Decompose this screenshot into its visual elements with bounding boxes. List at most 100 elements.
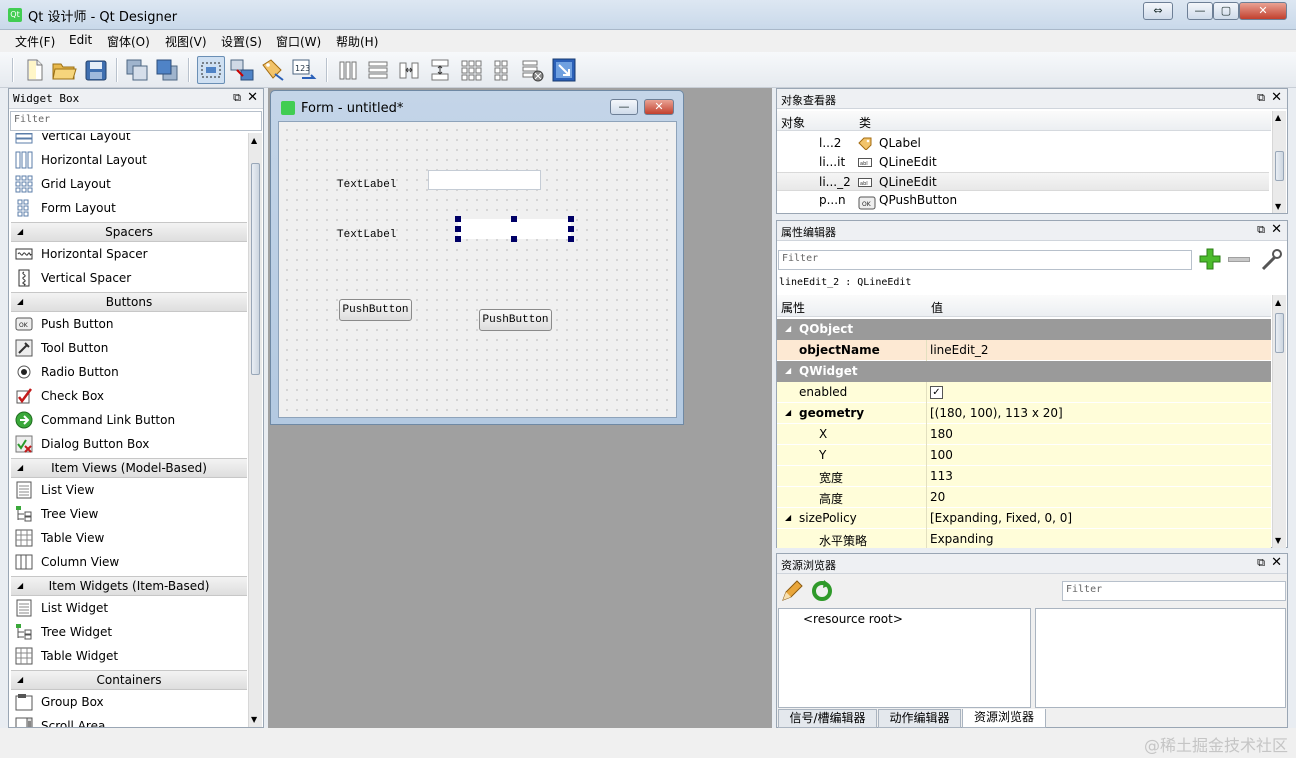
selection-handle[interactable]	[455, 216, 461, 222]
widget-box-item[interactable]: Grid Layout	[11, 172, 247, 196]
edit-tab-order-icon[interactable]: 123	[290, 56, 318, 84]
property-row[interactable]: X 180	[777, 424, 1271, 445]
menu-settings[interactable]: 设置(S)	[221, 33, 262, 50]
menu-help[interactable]: 帮助(H)	[336, 33, 378, 50]
expand-triangle-icon[interactable]: ◢	[785, 408, 791, 417]
property-row[interactable]: 宽度 113	[777, 466, 1271, 487]
scrollbar-thumb[interactable]	[251, 163, 260, 375]
property-value[interactable]: 20	[930, 490, 945, 504]
maximize-button[interactable]: ▢	[1213, 2, 1239, 20]
column-class[interactable]: 类	[859, 114, 871, 131]
widget-box-item[interactable]: Command Link Button	[11, 408, 247, 432]
selection-handle[interactable]	[455, 226, 461, 232]
widget-box-item[interactable]: Vertical Layout	[11, 133, 247, 148]
close-button[interactable]: ✕	[1239, 2, 1287, 20]
object-tree-row[interactable]: li..._2 abI QLineEdit	[777, 172, 1269, 191]
tab-signal-slot-editor[interactable]: 信号/槽编辑器	[778, 709, 877, 728]
edit-widgets-icon[interactable]	[197, 56, 225, 84]
property-filter-input[interactable]: Filter	[778, 250, 1192, 270]
property-value[interactable]: [Expanding, Fixed, 0, 0]	[930, 511, 1072, 525]
remove-property-icon[interactable]	[1228, 257, 1250, 262]
widget-box-item[interactable]: OK Push Button	[11, 312, 247, 336]
widget-box-item[interactable]: Vertical Spacer	[11, 266, 247, 290]
layout-horizontal-icon[interactable]	[334, 56, 362, 84]
column-property[interactable]: 属性	[781, 299, 805, 316]
object-inspector-scrollbar[interactable]: ▲ ▼	[1272, 111, 1286, 213]
minimize-button[interactable]: —	[1187, 2, 1213, 20]
selection-handle[interactable]	[455, 236, 461, 242]
collapse-triangle-icon[interactable]: ◢	[785, 324, 791, 333]
edit-resources-pencil-icon[interactable]	[780, 579, 804, 603]
text-label-2[interactable]: TextLabel	[337, 229, 396, 241]
scroll-up-icon[interactable]: ▲	[1275, 113, 1281, 122]
object-tree-row[interactable]: l...2 QLabel	[777, 134, 1269, 153]
widget-box-item[interactable]: List View	[11, 478, 247, 502]
scroll-down-icon[interactable]: ▼	[1275, 202, 1281, 211]
widget-box-item[interactable]: Table View	[11, 526, 247, 550]
resource-root-item[interactable]: <resource root>	[803, 612, 903, 626]
menu-form[interactable]: 窗体(O)	[107, 33, 150, 50]
layout-splitter-horizontal-icon[interactable]	[395, 56, 423, 84]
selection-handle[interactable]	[568, 236, 574, 242]
collapse-triangle-icon[interactable]: ◢	[17, 577, 23, 595]
push-button-1[interactable]: PushButton	[339, 299, 412, 321]
property-value[interactable]: 180	[930, 427, 953, 441]
scroll-down-icon[interactable]: ▼	[251, 715, 257, 724]
tab-action-editor[interactable]: 动作编辑器	[878, 709, 961, 728]
close-icon[interactable]: ✕	[1271, 555, 1282, 570]
property-value[interactable]: Expanding	[930, 532, 993, 546]
column-value[interactable]: 值	[931, 299, 943, 316]
restore-icon[interactable]: ⇔	[1143, 2, 1173, 20]
close-icon[interactable]: ✕	[247, 90, 258, 105]
widget-box-item[interactable]: Form Layout	[11, 196, 247, 220]
property-row[interactable]: ◢ geometry [(180, 100), 113 x 20]	[777, 403, 1271, 424]
break-layout-icon[interactable]	[518, 56, 546, 84]
widget-box-item[interactable]: Column View	[11, 550, 247, 574]
push-button-2[interactable]: PushButton	[479, 309, 552, 331]
wrench-icon[interactable]	[1259, 246, 1283, 272]
scroll-down-icon[interactable]: ▼	[1275, 536, 1281, 545]
widget-category-header[interactable]: ◢ Item Widgets (Item-Based)	[11, 576, 247, 596]
menu-file[interactable]: 文件(F)	[15, 33, 55, 50]
property-row[interactable]: 高度 20	[777, 487, 1271, 508]
widget-category-header[interactable]: ◢ Containers	[11, 670, 247, 690]
menu-edit[interactable]: Edit	[69, 33, 92, 47]
open-folder-icon[interactable]	[50, 56, 78, 84]
line-edit-1[interactable]	[428, 170, 541, 190]
expand-triangle-icon[interactable]: ◢	[785, 513, 791, 522]
close-icon[interactable]: ✕	[1271, 222, 1282, 237]
property-row[interactable]: enabled ✓	[777, 382, 1271, 403]
property-value[interactable]: lineEdit_2	[930, 343, 989, 357]
collapse-triangle-icon[interactable]: ◢	[17, 293, 23, 311]
collapse-triangle-icon[interactable]: ◢	[17, 671, 23, 689]
new-file-icon[interactable]	[20, 56, 48, 84]
widget-box-item[interactable]: Group Box	[11, 690, 247, 714]
selection-handle[interactable]	[511, 216, 517, 222]
resource-filter-input[interactable]: Filter	[1062, 581, 1286, 601]
widget-box-item[interactable]: Tool Button	[11, 336, 247, 360]
property-group-row[interactable]: ◢ QObject	[777, 319, 1271, 340]
menu-window[interactable]: 窗口(W)	[276, 33, 321, 50]
form-minimize-button[interactable]: —	[610, 99, 638, 115]
widget-category-header[interactable]: ◢ Buttons	[11, 292, 247, 312]
property-editor-scrollbar[interactable]: ▲ ▼	[1272, 295, 1286, 548]
float-icon[interactable]: ⧉	[1257, 91, 1265, 105]
object-tree-row[interactable]: li...it abI QLineEdit	[777, 153, 1269, 172]
widget-box-item[interactable]: Tree Widget	[11, 620, 247, 644]
property-row[interactable]: ◢ sizePolicy [Expanding, Fixed, 0, 0]	[777, 508, 1271, 529]
float-icon[interactable]: ⧉	[233, 91, 241, 105]
reload-icon[interactable]	[810, 579, 834, 603]
add-property-icon[interactable]	[1198, 246, 1222, 272]
selection-handle[interactable]	[568, 226, 574, 232]
widget-box-item[interactable]: Dialog Button Box	[11, 432, 247, 456]
menu-view[interactable]: 视图(V)	[165, 33, 207, 50]
resource-tree[interactable]: <resource root>	[778, 608, 1031, 708]
bring-to-front-icon[interactable]	[153, 56, 181, 84]
layout-form-icon[interactable]	[488, 56, 516, 84]
collapse-triangle-icon[interactable]: ◢	[17, 459, 23, 477]
resource-file-list[interactable]	[1035, 608, 1286, 708]
widget-box-item[interactable]: Scroll Area	[11, 714, 247, 727]
widget-category-header[interactable]: ◢ Item Views (Model-Based)	[11, 458, 247, 478]
widget-box-item[interactable]: Radio Button	[11, 360, 247, 384]
layout-splitter-vertical-icon[interactable]	[426, 56, 454, 84]
